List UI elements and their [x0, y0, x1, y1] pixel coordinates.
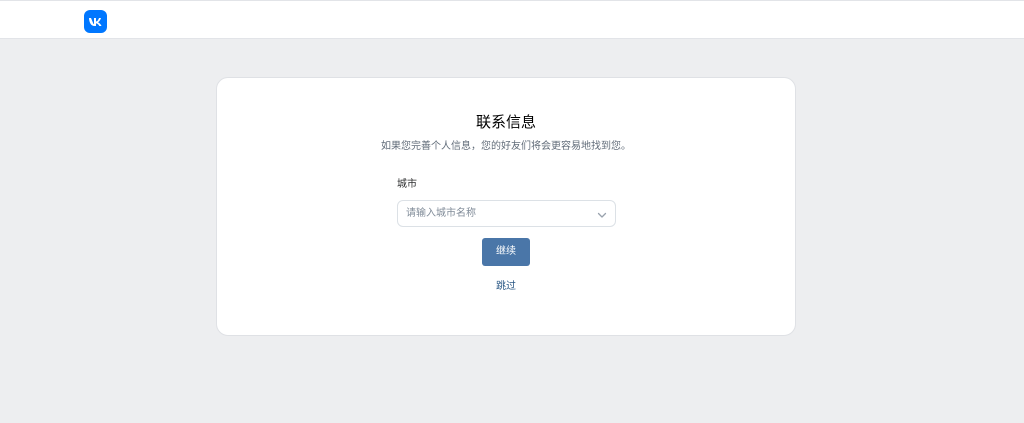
- skip-link[interactable]: 跳过: [496, 281, 516, 292]
- continue-button[interactable]: 继续: [482, 238, 530, 266]
- skip-link-row: 跳过: [217, 280, 795, 294]
- vk-logo-icon[interactable]: [84, 10, 107, 33]
- city-select-placeholder: 请输入城市名称: [406, 208, 476, 219]
- chevron-down-icon: [597, 212, 607, 218]
- city-select[interactable]: 请输入城市名称: [397, 200, 616, 227]
- city-field-label: 城市: [397, 179, 417, 190]
- page-subtitle: 如果您完善个人信息，您的好友们将会更容易地找到您。: [381, 141, 631, 152]
- page-title: 联系信息: [475, 113, 536, 131]
- top-bar: [0, 0, 1024, 39]
- contact-info-card: 联系信息 如果您完善个人信息，您的好友们将会更容易地找到您。 城市 请输入城市名…: [216, 77, 796, 336]
